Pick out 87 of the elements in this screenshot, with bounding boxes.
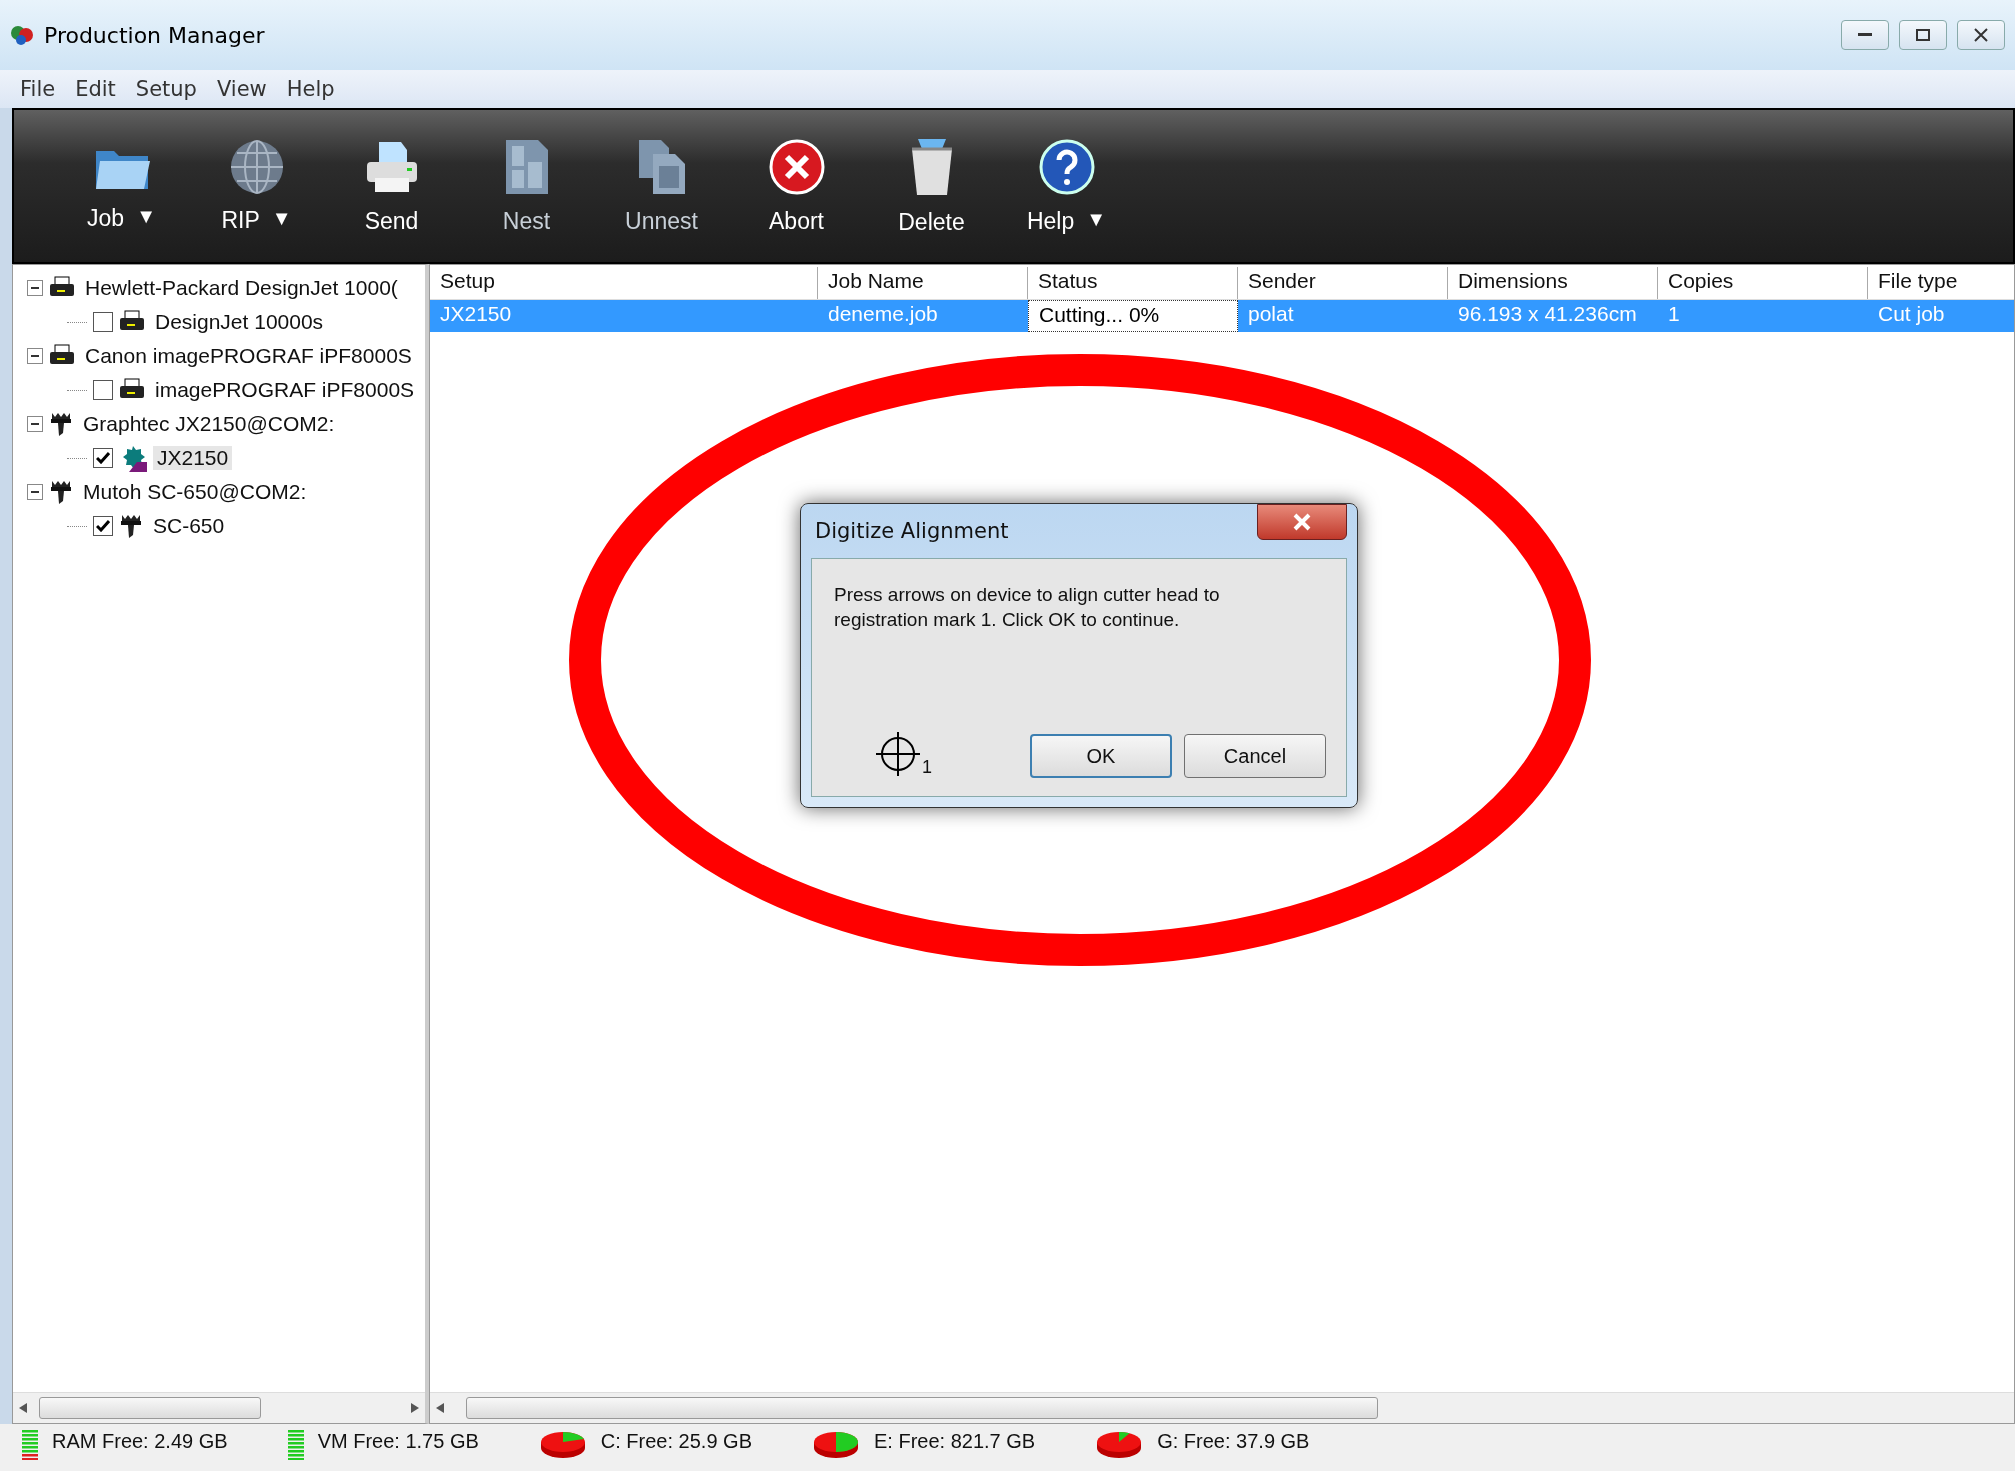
checkbox[interactable] bbox=[93, 448, 113, 468]
toolbar-button[interactable]: Delete bbox=[864, 136, 999, 236]
tree-item[interactable]: DesignJet 10000s bbox=[151, 310, 328, 334]
cutter-icon bbox=[119, 513, 143, 539]
check-icon bbox=[96, 452, 110, 464]
minus-icon bbox=[31, 355, 39, 357]
cutter-icon bbox=[49, 411, 73, 437]
table-cell-text: 1 bbox=[1667, 301, 1681, 327]
checkbox[interactable] bbox=[93, 380, 113, 400]
tree-item[interactable]: Canon imagePROGRAF iPF8000S bbox=[81, 344, 416, 368]
column-header[interactable]: Setup bbox=[430, 267, 818, 299]
crosshair-icon bbox=[874, 730, 922, 778]
scroll-left-icon[interactable] bbox=[19, 1403, 27, 1413]
maximize-icon bbox=[1916, 29, 1930, 41]
column-header[interactable]: Status bbox=[1028, 267, 1238, 299]
close-icon bbox=[1974, 28, 1988, 42]
minus-icon bbox=[31, 287, 39, 289]
tree-item[interactable]: JX2150 bbox=[153, 446, 233, 470]
tree-item[interactable]: Mutoh SC-650@COM2: bbox=[79, 480, 311, 504]
app-icon bbox=[10, 23, 34, 47]
scroll-left-icon[interactable] bbox=[436, 1403, 444, 1413]
scroll-right-icon[interactable] bbox=[411, 1403, 419, 1413]
expand-toggle[interactable] bbox=[27, 484, 43, 500]
toolbar-button[interactable]: RIP ▼ bbox=[189, 138, 324, 234]
horizontal-scrollbar[interactable] bbox=[430, 1392, 2014, 1423]
checkbox[interactable] bbox=[93, 516, 113, 536]
column-header[interactable]: Dimensions bbox=[1448, 267, 1658, 299]
memory-meter-icon bbox=[22, 1430, 38, 1460]
table-cell-text: JX2150 bbox=[439, 301, 513, 327]
status-text: C: Free: 25.9 GB bbox=[600, 1430, 752, 1453]
checkbox[interactable] bbox=[93, 312, 113, 332]
close-button[interactable] bbox=[1957, 20, 2005, 50]
table-row[interactable]: JX2150 deneme.job Cutting... 0% polat 96.193 x 41.236cm 1 Cut job bbox=[430, 300, 2014, 332]
menu-item[interactable]: Edit bbox=[67, 75, 124, 103]
dialog-message: Press arrows on device to align cutter head to registration mark 1. Click OK to continue. bbox=[834, 583, 1221, 632]
window-title: Production Manager bbox=[44, 22, 265, 48]
toolbar-button[interactable]: Abort bbox=[729, 137, 864, 235]
tree-item[interactable]: imagePROGRAF iPF8000S bbox=[151, 378, 419, 402]
globe-icon bbox=[228, 138, 285, 195]
menu-item[interactable]: Setup bbox=[127, 75, 205, 103]
toolbar-button[interactable]: Send bbox=[324, 137, 459, 235]
expand-toggle[interactable] bbox=[27, 280, 43, 296]
menu-item[interactable]: View bbox=[208, 75, 275, 103]
status-text: VM Free: 1.75 GB bbox=[317, 1430, 479, 1453]
check-icon bbox=[96, 520, 110, 532]
minimize-button[interactable] bbox=[1841, 20, 1889, 50]
tree-item[interactable]: Graphtec JX2150@COM2: bbox=[79, 412, 339, 436]
table-cell: Cutting... 0% bbox=[1028, 300, 1238, 332]
status-text: E: Free: 821.7 GB bbox=[873, 1430, 1036, 1453]
toolbar-button[interactable]: Job ▼ bbox=[54, 140, 189, 232]
tree-item[interactable]: SC-650 bbox=[149, 514, 229, 538]
minus-icon bbox=[31, 423, 39, 425]
column-header[interactable]: File type bbox=[1868, 267, 2014, 299]
horizontal-scrollbar[interactable] bbox=[13, 1392, 425, 1423]
minimize-icon bbox=[1858, 33, 1872, 37]
disk-pie-icon bbox=[538, 1430, 587, 1460]
mark-number: 1 bbox=[922, 757, 932, 778]
table-cell-text: polat bbox=[1247, 301, 1295, 327]
dialog-button[interactable]: Cancel bbox=[1184, 734, 1326, 778]
menu-item[interactable]: File bbox=[12, 75, 64, 103]
expand-toggle[interactable] bbox=[27, 416, 43, 432]
menu-item[interactable]: Help bbox=[278, 75, 343, 103]
pages-icon bbox=[636, 137, 687, 196]
table-cell-text: Cut job bbox=[1877, 301, 1946, 327]
maximize-button[interactable] bbox=[1899, 20, 1947, 50]
memory-meter-icon bbox=[287, 1430, 304, 1460]
status-text: G: Free: 37.9 GB bbox=[1157, 1430, 1310, 1453]
column-header[interactable]: Copies bbox=[1658, 267, 1868, 299]
status-text: RAM Free: 2.49 GB bbox=[52, 1430, 228, 1453]
column-header[interactable]: Job Name bbox=[818, 267, 1028, 299]
disk-pie-icon bbox=[1095, 1430, 1144, 1460]
table-cell-text: 96.193 x 41.236cm bbox=[1457, 301, 1638, 327]
dialog-button[interactable]: OK bbox=[1030, 734, 1172, 778]
close-icon bbox=[1292, 513, 1312, 531]
dialog-title: Digitize Alignment bbox=[814, 519, 1009, 543]
toolbar-button[interactable]: Help ▼ bbox=[999, 137, 1134, 235]
disk-pie-icon bbox=[811, 1430, 860, 1460]
tree-item[interactable]: Hewlett-Packard DesignJet 1000( bbox=[81, 276, 402, 300]
close-button[interactable] bbox=[1257, 504, 1347, 540]
minus-icon bbox=[31, 491, 39, 493]
close-icon bbox=[767, 137, 826, 196]
cutter-icon bbox=[49, 479, 73, 505]
expand-toggle[interactable] bbox=[27, 348, 43, 364]
layout-icon bbox=[503, 137, 550, 196]
table-cell-text: deneme.job bbox=[827, 301, 939, 327]
column-header[interactable]: Sender bbox=[1238, 267, 1448, 299]
help-icon bbox=[1037, 137, 1096, 196]
